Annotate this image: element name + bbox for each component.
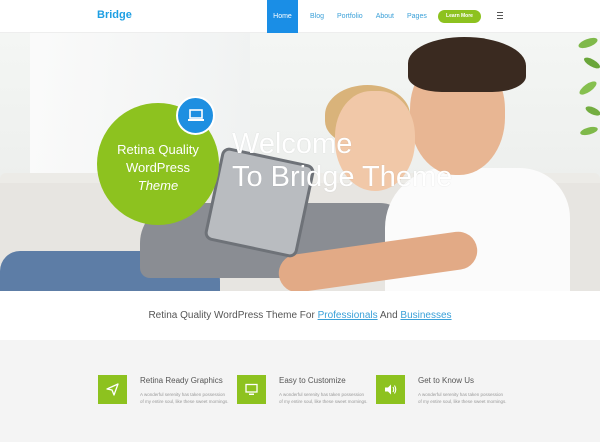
- businesses-link[interactable]: Businesses: [400, 310, 451, 321]
- badge-line-2: WordPress: [125, 160, 191, 175]
- badge-line-3: Theme: [137, 178, 179, 193]
- plant-decoration: [578, 37, 600, 136]
- professionals-link[interactable]: Professionals: [318, 310, 378, 321]
- site-logo[interactable]: Bridge: [97, 9, 132, 21]
- hero-photo-man-hair: [408, 37, 526, 92]
- monitor-icon: [237, 375, 266, 404]
- laptop-icon: [176, 96, 215, 135]
- nav-about[interactable]: About: [370, 0, 400, 33]
- site-header: Bridge Home Blog Portfolio About Pages L…: [0, 0, 600, 33]
- hero-title: Welcome To Bridge Theme: [232, 128, 452, 194]
- feature-description: A wonderful serenity has taken possessio…: [140, 392, 229, 404]
- hero-title-line-2: To Bridge Theme: [232, 161, 453, 193]
- tagline-middle: And: [377, 310, 401, 321]
- hamburger-icon[interactable]: [497, 12, 503, 19]
- feature-description: A wonderful serenity has taken possessio…: [418, 392, 507, 404]
- tagline-prefix: Retina Quality WordPress Theme For: [148, 310, 318, 321]
- main-nav: Home Blog Portfolio About Pages: [267, 0, 434, 33]
- nav-blog[interactable]: Blog: [304, 0, 330, 33]
- feature-description: A wonderful serenity has taken possessio…: [279, 392, 368, 404]
- learn-more-button[interactable]: Learn More: [438, 10, 481, 23]
- speaker-icon: [376, 375, 405, 404]
- nav-home[interactable]: Home: [267, 0, 298, 33]
- feature-title: Easy to Customize: [279, 376, 346, 385]
- hero-title-line-1: Welcome: [232, 128, 353, 160]
- hero-section: Retina Quality WordPress Theme Welcome T…: [0, 33, 600, 291]
- tagline: Retina Quality WordPress Theme For Profe…: [0, 310, 600, 321]
- nav-portfolio[interactable]: Portfolio: [331, 0, 369, 33]
- feature-title: Retina Ready Graphics: [140, 376, 223, 385]
- paper-plane-icon: [98, 375, 127, 404]
- features-section: Retina Ready Graphics A wonderful sereni…: [0, 340, 600, 442]
- feature-title: Get to Know Us: [418, 376, 475, 385]
- badge-line-1: Retina Quality: [117, 142, 199, 157]
- nav-pages[interactable]: Pages: [401, 0, 433, 33]
